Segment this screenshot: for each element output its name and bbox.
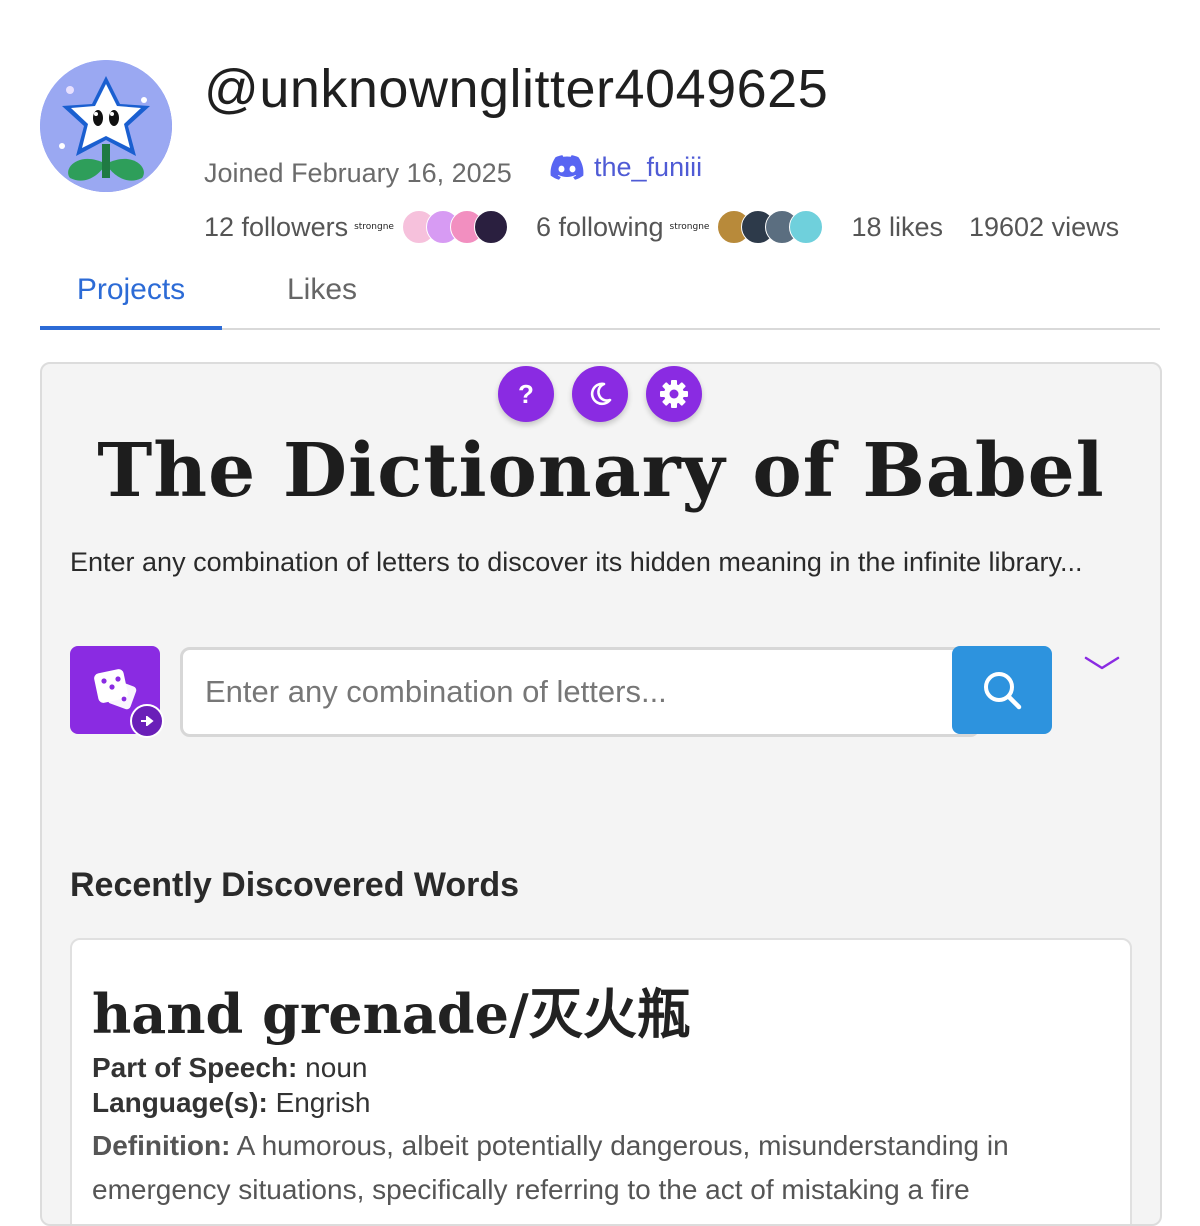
star-flower-icon (40, 60, 172, 192)
recent-words-heading: Recently Discovered Words (70, 866, 520, 904)
strong-tag: strongne (354, 222, 394, 232)
def-label: Definition: (92, 1130, 231, 1161)
lang-value: Engrish (275, 1087, 371, 1118)
profile-tabs: Projects Likes (40, 268, 1160, 330)
profile-stats: 12 followers strongne 6 following strong… (204, 210, 1119, 244)
dark-mode-button[interactable] (572, 366, 628, 422)
following-count: 6 following (535, 211, 664, 242)
def-value: A humorous, albeit potentially dangerous… (92, 1130, 1009, 1205)
discord-icon (550, 154, 584, 180)
app-title: The Dictionary of Babel (97, 428, 1105, 514)
dice-badge (130, 704, 164, 738)
help-icon: ? (518, 378, 534, 409)
gear-icon (660, 380, 688, 408)
search-icon (984, 672, 1022, 710)
app-intro: Enter any combination of letters to disc… (70, 547, 1083, 577)
languages: Language(s): Engrish (92, 1085, 371, 1121)
tab-projects[interactable]: Projects (40, 268, 222, 330)
followers-count: 12 followers (204, 211, 349, 242)
join-date: Joined February 16, 2025 (204, 158, 512, 188)
help-button[interactable]: ? (498, 366, 554, 422)
random-word-button[interactable] (70, 646, 164, 738)
chevron-down-icon[interactable] (1082, 654, 1122, 674)
part-of-speech: Part of Speech: noun (92, 1050, 367, 1086)
word-entry-card[interactable]: hand grenade/灭火瓶 Part of Speech: noun La… (70, 938, 1132, 1224)
project-card[interactable]: ? The Dictionary of Babel Enter any comb… (40, 362, 1162, 1226)
profile-username: @unknownglitter4049625 (204, 59, 829, 119)
following-avatars (717, 210, 824, 244)
discord-username: the_funiii (594, 152, 703, 182)
following-stat[interactable]: 6 following strongne (535, 210, 824, 244)
word-title: hand grenade/灭火瓶 (92, 982, 691, 1046)
followers-stat[interactable]: 12 followers strongne (204, 210, 508, 244)
follower-avatars (401, 210, 508, 244)
arrow-icon (141, 716, 154, 726)
strong-tag: strongne (669, 222, 710, 232)
discord-link[interactable]: the_funiii (550, 152, 702, 183)
views-count: 19602 views (968, 211, 1120, 242)
profile-avatar (40, 60, 172, 192)
lang-label: Language(s): (92, 1087, 268, 1118)
moon-icon (590, 382, 612, 406)
follower-avatar[interactable] (473, 210, 508, 244)
word-search-input[interactable] (180, 647, 980, 737)
likes-count: 18 likes (851, 211, 943, 242)
search-button[interactable] (952, 646, 1052, 734)
definition: Definition: A humorous, albeit potential… (92, 1124, 1082, 1212)
following-avatar[interactable] (789, 210, 824, 244)
pos-value: noun (305, 1052, 368, 1083)
settings-button[interactable] (646, 366, 702, 422)
tab-likes[interactable]: Likes (287, 268, 357, 326)
pos-label: Part of Speech: (92, 1052, 298, 1083)
dice-icon (94, 669, 137, 710)
